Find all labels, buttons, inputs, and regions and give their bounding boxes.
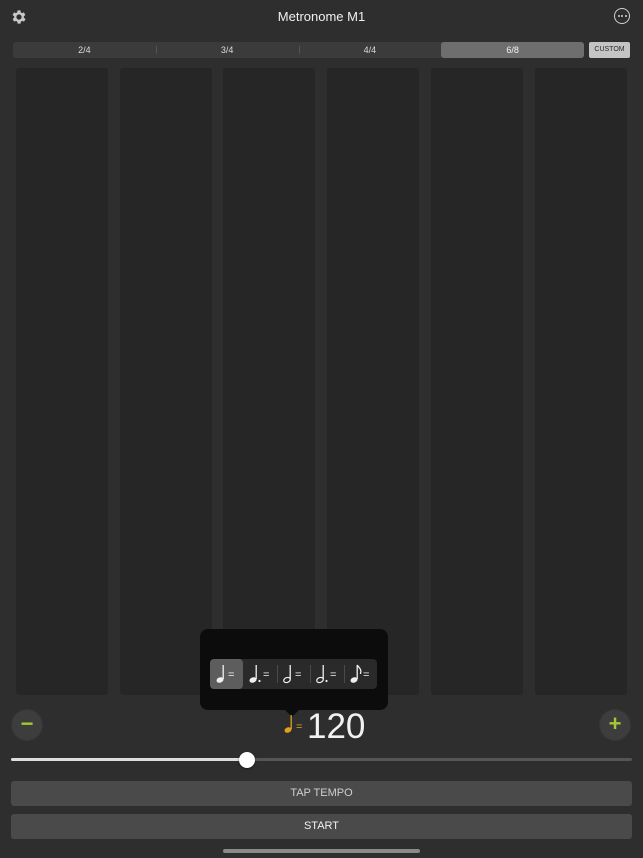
dotted-quarter-note-icon: = <box>249 665 270 683</box>
start-button[interactable]: START <box>11 814 632 839</box>
half-note-icon: = <box>282 665 301 684</box>
time-signature-option-selected[interactable]: 6/8 <box>441 42 584 58</box>
time-signature-option[interactable]: 4/4 <box>298 42 442 58</box>
note-option-dotted-quarter[interactable]: = <box>243 659 276 689</box>
note-option-half[interactable]: = <box>276 659 310 689</box>
equals-sign: = <box>228 669 234 681</box>
beat-column[interactable] <box>223 68 315 695</box>
note-value-selector: = = = = = <box>210 659 377 689</box>
time-signature-option[interactable]: 3/4 <box>155 42 299 58</box>
quarter-note-icon[interactable] <box>283 713 295 735</box>
equals-sign: = <box>330 669 336 681</box>
equals-sign: = <box>263 669 269 681</box>
plus-icon: + <box>608 711 622 736</box>
dotted-half-note-icon: = <box>316 665 337 684</box>
custom-time-signature-button[interactable]: CUSTOM <box>589 42 630 58</box>
quarter-note-icon: = <box>216 665 234 683</box>
tempo-equals-sign: = <box>296 721 303 733</box>
minus-icon: − <box>20 711 34 736</box>
time-signature-selector: 2/4 3/4 4/4 6/8 <box>13 42 584 58</box>
note-option-eighth[interactable]: = <box>343 659 377 689</box>
home-indicator <box>223 849 420 853</box>
note-option-quarter[interactable]: = <box>210 659 244 689</box>
note-option-dotted-half[interactable]: = <box>310 659 343 689</box>
app-title: Metronome M1 <box>277 9 366 24</box>
decrease-tempo-button[interactable]: − <box>11 709 43 741</box>
tap-tempo-button[interactable]: TAP TEMPO <box>11 781 632 806</box>
beat-column[interactable] <box>431 68 523 695</box>
eighth-note-icon: = <box>350 664 369 683</box>
top-bar: Metronome M1 <box>0 0 643 34</box>
beat-column[interactable] <box>120 68 212 695</box>
beat-column[interactable] <box>535 68 627 695</box>
increase-tempo-button[interactable]: + <box>599 709 631 741</box>
tempo-slider[interactable] <box>11 752 632 768</box>
slider-fill <box>11 758 247 761</box>
time-signature-option[interactable]: 2/4 <box>13 42 156 58</box>
more-options-icon[interactable] <box>614 8 630 24</box>
beat-column[interactable] <box>16 68 108 695</box>
beat-column[interactable] <box>327 68 419 695</box>
note-value-popover: = = = = = <box>200 629 388 717</box>
equals-sign: = <box>295 669 301 681</box>
tempo-value[interactable]: 120 <box>307 707 365 747</box>
slider-thumb[interactable] <box>238 752 255 768</box>
equals-sign: = <box>363 669 369 681</box>
